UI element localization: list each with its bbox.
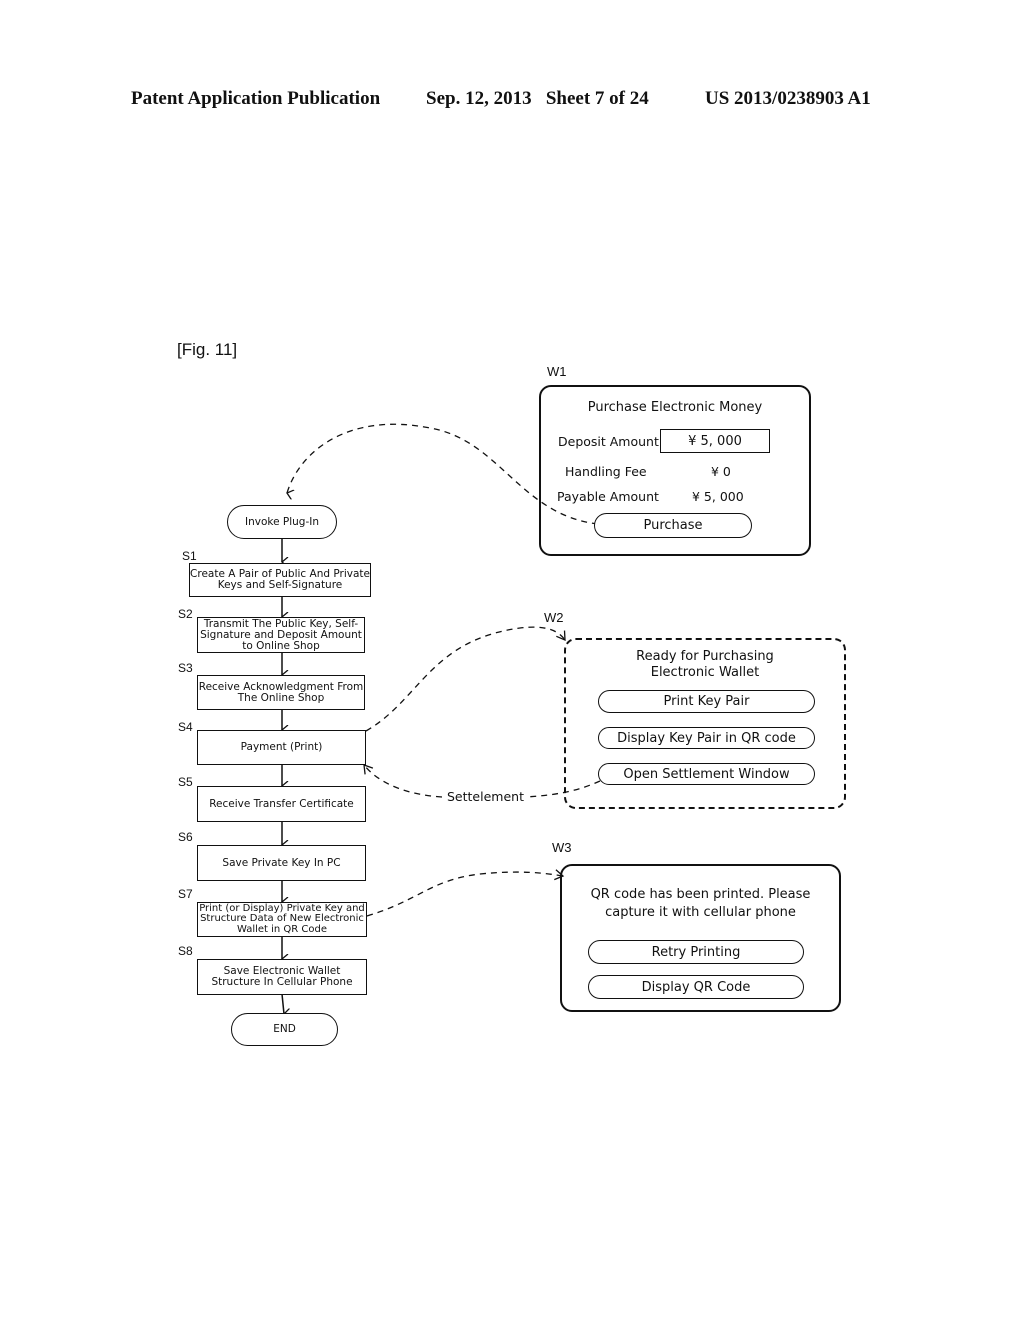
- step-label-s1: S1: [182, 549, 197, 563]
- flow-start-terminal: Invoke Plug-In: [227, 505, 337, 539]
- flow-step-s3: Receive Acknowledgment From The Online S…: [197, 675, 365, 710]
- step-label-s4: S4: [178, 720, 193, 734]
- w1-deposit-amount-input[interactable]: ¥ 5, 000: [660, 429, 770, 453]
- flow-step-s4: Payment (Print): [197, 730, 366, 765]
- publication-number: US 2013/0238903 A1: [705, 88, 871, 109]
- w3-retry-printing-button[interactable]: Retry Printing: [588, 940, 804, 964]
- w1-payable-value: ¥ 5, 000: [692, 489, 744, 504]
- flow-end-terminal: END: [231, 1013, 338, 1046]
- window-w3-qr-printed: QR code has been printed. Please capture…: [560, 864, 841, 1012]
- flow-arrow: [281, 993, 284, 1014]
- window-label-w1: W1: [547, 364, 567, 379]
- w1-purchase-button[interactable]: Purchase: [594, 513, 752, 538]
- window-w2-ready-for-purchasing: Ready for Purchasing Electronic Wallet P…: [564, 638, 846, 809]
- w2-open-settlement-window-button[interactable]: Open Settlement Window: [598, 763, 815, 785]
- step-label-s3: S3: [178, 661, 193, 675]
- flow-step-s6: Save Private Key In PC: [197, 845, 366, 881]
- w1-title: Purchase Electronic Money: [587, 400, 763, 415]
- w1-fee-label: Handling Fee: [565, 464, 647, 479]
- step-label-s2: S2: [178, 607, 193, 621]
- w2-display-key-pair-qr-button[interactable]: Display Key Pair in QR code: [598, 727, 815, 749]
- window-label-w2: W2: [544, 610, 564, 625]
- dashed-link-s7-to-w3: [366, 869, 565, 917]
- flow-step-s5: Receive Transfer Certificate: [197, 786, 366, 822]
- publication-date-sheet: Sep. 12, 2013 Sheet 7 of 24: [426, 88, 649, 109]
- step-label-s7: S7: [178, 887, 193, 901]
- w1-fee-value: ¥ 0: [711, 464, 731, 479]
- w3-message-line2: capture it with cellular phone: [605, 905, 796, 920]
- window-w1-purchase-electronic-money: Purchase Electronic Money Deposit Amount…: [539, 385, 811, 556]
- w2-title-line1: Ready for Purchasing: [636, 649, 774, 664]
- w3-display-qr-code-button[interactable]: Display QR Code: [588, 975, 804, 999]
- flow-step-s7: Print (or Display) Private Key and Struc…: [197, 902, 367, 937]
- publication-title: Patent Application Publication: [131, 88, 381, 109]
- flow-step-s1: Create A Pair of Public And Private Keys…: [189, 563, 371, 597]
- w2-title-line2: Electronic Wallet: [650, 665, 760, 680]
- figure-label: [Fig. 11]: [177, 340, 238, 359]
- settlement-label: Settelement: [445, 789, 526, 804]
- w1-payable-label: Payable Amount: [557, 489, 659, 504]
- dashed-link-s4-to-w2: [365, 626, 566, 732]
- flow-step-s8: Save Electronic Wallet Structure In Cell…: [197, 959, 367, 995]
- step-label-s8: S8: [178, 944, 193, 958]
- w1-deposit-label: Deposit Amount: [558, 434, 659, 449]
- step-label-s6: S6: [178, 830, 193, 844]
- step-label-s5: S5: [178, 775, 193, 789]
- window-label-w3: W3: [552, 840, 572, 855]
- w2-print-key-pair-button[interactable]: Print Key Pair: [598, 690, 815, 713]
- w3-message-line1: QR code has been printed. Please: [590, 887, 811, 902]
- flow-step-s2: Transmit The Public Key, Self-Signature …: [197, 617, 365, 653]
- connector-layer: [0, 423, 601, 1320]
